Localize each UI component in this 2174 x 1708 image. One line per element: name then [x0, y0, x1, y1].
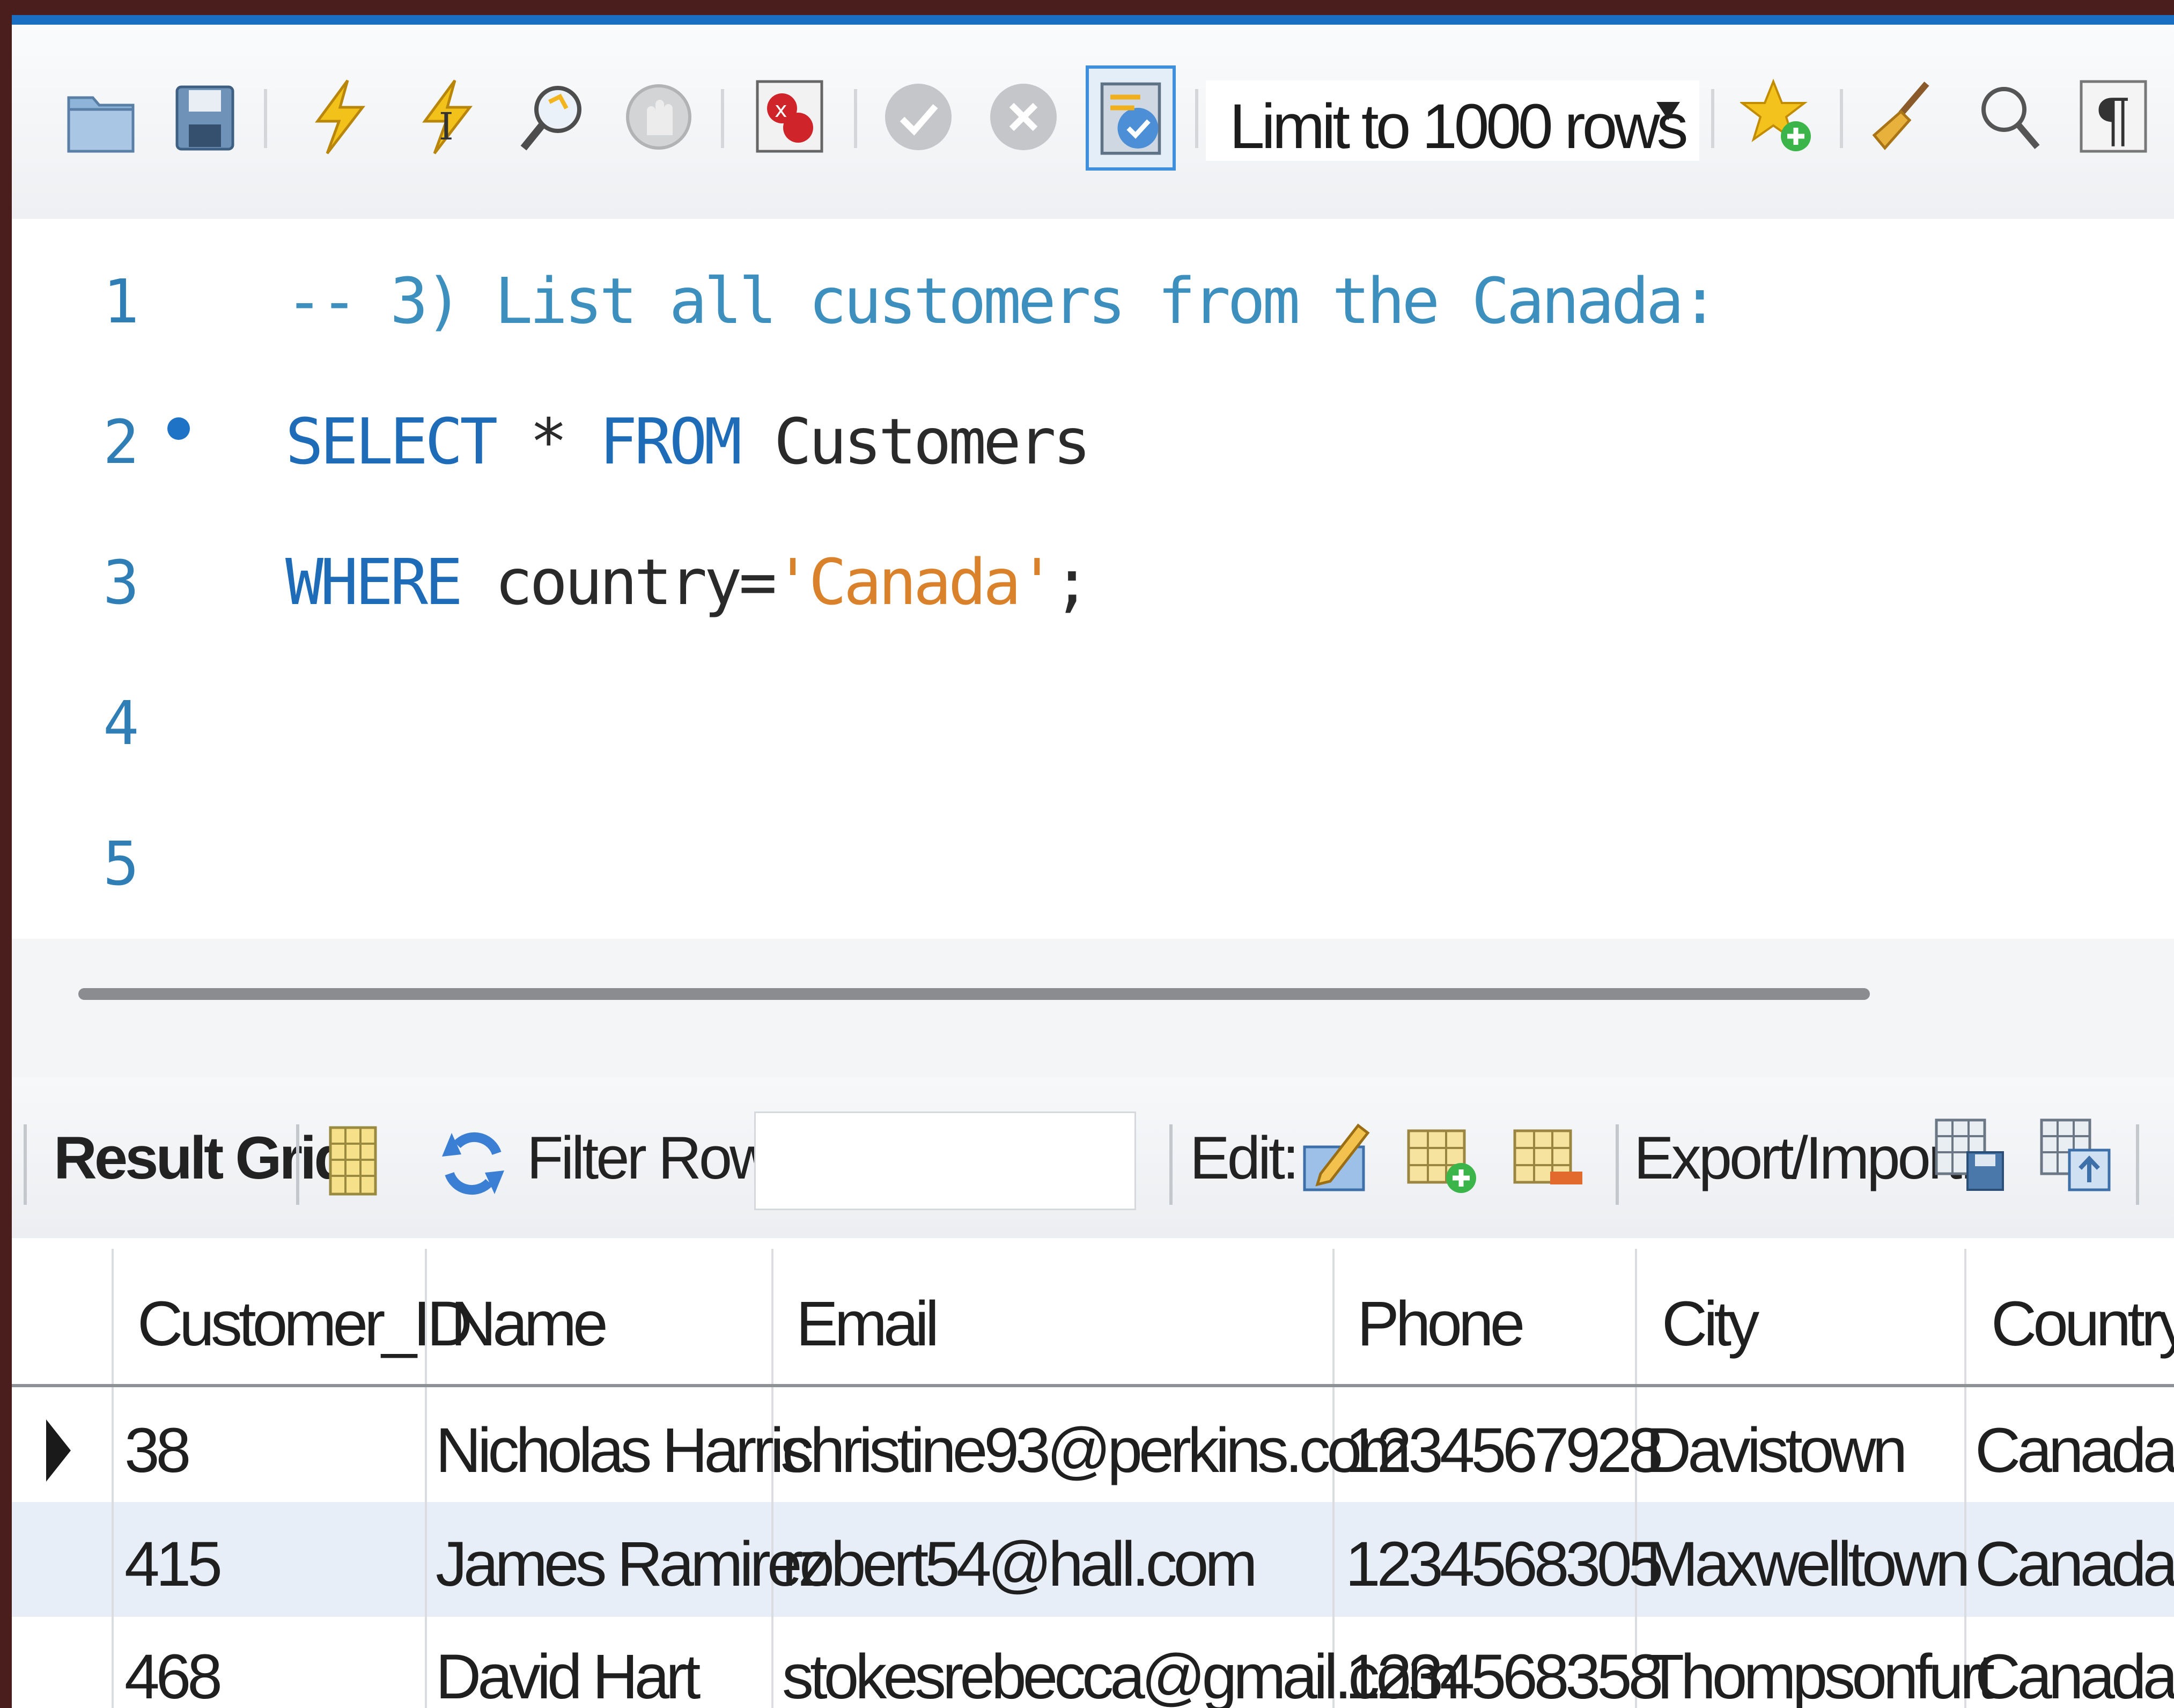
code-line-2: SELECT * FROM Customers	[285, 404, 1091, 478]
column-header-email[interactable]: Email	[796, 1287, 939, 1360]
code-token: 'Canada'	[773, 545, 1056, 619]
code-token: ;	[1052, 545, 1091, 619]
toolbar-separator	[721, 89, 724, 148]
line-number: 5	[103, 829, 139, 899]
save-icon[interactable]	[167, 76, 242, 157]
code-line-1: -- 3) List all customers from the Canada…	[285, 264, 1719, 338]
table-cell[interactable]: robert54@hall.com	[782, 1528, 1258, 1601]
table-cell[interactable]: 415	[124, 1528, 223, 1601]
result-grid-tab[interactable]: Result Grid	[54, 1123, 351, 1192]
column-header-country[interactable]: Country	[1991, 1287, 2174, 1360]
query-toolbar: I x Limit to 1000 rows ¶	[12, 25, 2174, 220]
panel-splitter-area	[12, 939, 2174, 1100]
panel-splitter-handle[interactable]	[78, 988, 1870, 1000]
svg-text:x: x	[775, 98, 787, 122]
column-header-customer-id[interactable]: Customer_ID	[137, 1287, 473, 1360]
table-cell[interactable]: Davistown	[1646, 1414, 1907, 1487]
beautify-icon[interactable]	[1863, 76, 1939, 157]
commit-icon[interactable]	[881, 76, 956, 157]
code-token: WHERE	[285, 545, 463, 619]
window-top-strip	[12, 15, 2174, 25]
refresh-icon[interactable]	[436, 1123, 511, 1204]
line-number: 2	[103, 408, 139, 477]
toolbar-separator	[1711, 89, 1714, 148]
table-cell[interactable]: Canada	[1975, 1640, 2174, 1708]
bookmark-add-icon[interactable]	[1739, 76, 1815, 157]
delete-row-icon[interactable]	[1510, 1120, 1586, 1201]
header-divider	[12, 1384, 2174, 1387]
explain-icon[interactable]	[516, 76, 591, 157]
toolbar-separator	[264, 89, 267, 148]
code-token: country=	[460, 545, 777, 619]
filter-rows-input[interactable]	[754, 1111, 1136, 1210]
column-header-name[interactable]: Name	[451, 1287, 608, 1360]
code-line-3: WHERE country='Canada';	[285, 545, 1091, 619]
column-header-phone[interactable]: Phone	[1357, 1287, 1525, 1360]
code-token: SELECT	[285, 404, 498, 478]
export-icon[interactable]	[1932, 1115, 2007, 1195]
column-header-city[interactable]: City	[1662, 1287, 1759, 1360]
line-number: 4	[103, 689, 139, 759]
toggle-error-icon[interactable]: x	[752, 76, 827, 157]
execute-current-icon[interactable]: I	[409, 76, 484, 157]
line-number: 3	[103, 548, 139, 618]
table-cell[interactable]: James Ramirez	[436, 1528, 830, 1601]
toolbar-separator	[1169, 1124, 1173, 1205]
column-divider	[1964, 1249, 1966, 1708]
invisible-chars-icon[interactable]: ¶	[2076, 76, 2151, 157]
stop-icon[interactable]	[621, 76, 696, 157]
table-cell[interactable]: christine93@perkins.com	[782, 1414, 1411, 1487]
current-row-pointer-icon	[46, 1419, 71, 1482]
chevron-down-icon	[1656, 102, 1680, 120]
table-cell[interactable]: Nicholas Harris	[436, 1414, 812, 1487]
import-icon[interactable]	[2037, 1115, 2112, 1195]
toolbar-separator	[854, 89, 857, 148]
row-limit-label: Limit to 1000 rows	[1229, 91, 1689, 162]
table-cell[interactable]: 1234568305	[1345, 1528, 1663, 1601]
find-icon[interactable]	[1971, 76, 2046, 157]
toolbar-separator	[1840, 89, 1843, 148]
row-limit-select[interactable]: Limit to 1000 rows	[1206, 80, 1699, 162]
toolbar-separator	[2136, 1124, 2139, 1205]
autocommit-icon[interactable]	[1086, 65, 1176, 171]
code-token: -- 3) List all customers from the Canada…	[285, 264, 1719, 338]
table-cell[interactable]: Maxwelltown	[1646, 1528, 1970, 1601]
code-token: Customers	[739, 404, 1091, 478]
add-row-icon[interactable]	[1404, 1120, 1479, 1201]
table-cell[interactable]: 468	[124, 1640, 223, 1708]
table-cell[interactable]: David Hart	[436, 1640, 701, 1708]
table-cell[interactable]: 1234567928	[1345, 1414, 1663, 1487]
table-cell[interactable]: Thompsonfurt	[1646, 1640, 1995, 1708]
current-statement-dot	[167, 417, 190, 440]
sql-editor-window: I x Limit to 1000 rows ¶ 1 2 3 4 5 -- 3)…	[12, 15, 2174, 1708]
code-token: FROM	[599, 404, 742, 478]
result-toolbar: Result Grid Filter Rows: Edit: Export/Im…	[12, 1077, 2174, 1240]
toolbar-separator	[1195, 89, 1198, 148]
toolbar-separator	[1616, 1124, 1619, 1205]
execute-icon[interactable]	[301, 76, 377, 157]
column-divider	[112, 1249, 114, 1708]
export-import-label: Export/Import:	[1634, 1124, 1976, 1191]
edit-cell-icon[interactable]	[1299, 1115, 1374, 1195]
table-cell[interactable]: 38	[124, 1414, 191, 1487]
rollback-icon[interactable]	[986, 76, 1061, 157]
toolbar-separator	[24, 1124, 27, 1205]
table-cell[interactable]: Canada	[1975, 1414, 2174, 1487]
edit-label: Edit:	[1190, 1124, 1299, 1191]
svg-text:¶: ¶	[2094, 86, 2132, 154]
open-folder-icon[interactable]	[63, 76, 138, 157]
sql-editor[interactable]: 1 2 3 4 5 -- 3) List all customers from …	[12, 219, 2174, 939]
line-number: 1	[103, 267, 139, 337]
table-cell[interactable]: Canada	[1975, 1528, 2174, 1601]
svg-text:I: I	[439, 105, 454, 149]
table-cell[interactable]: 1234568358	[1345, 1640, 1663, 1708]
code-token: *	[495, 404, 600, 478]
toolbar-separator	[296, 1124, 299, 1205]
column-toggle-icon[interactable]	[315, 1120, 390, 1201]
